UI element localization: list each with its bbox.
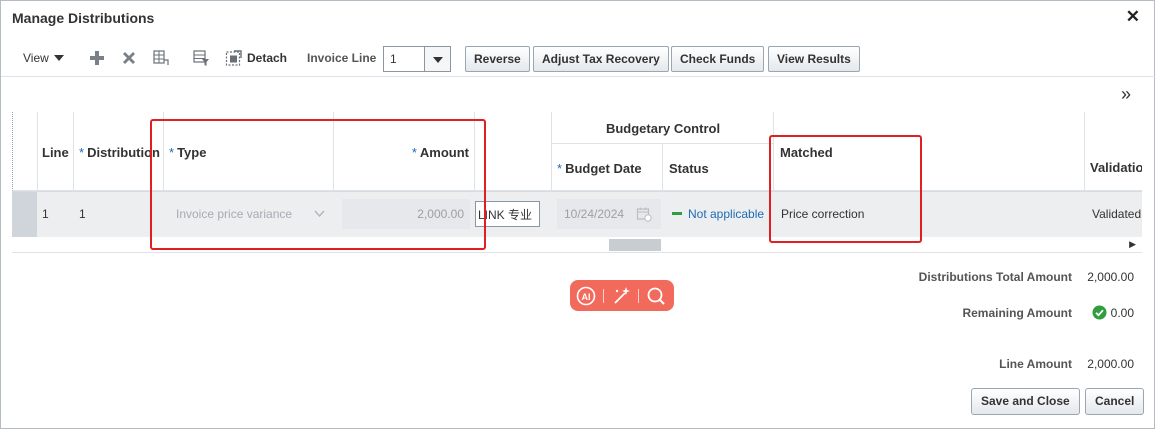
remaining-amount-value: 0.00	[1110, 306, 1134, 320]
invoice-line-label: Invoice Line	[307, 51, 377, 65]
column-header-type-label: Type	[177, 145, 207, 160]
required-marker: *	[411, 145, 417, 160]
distributions-total-label: Distributions Total Amount	[918, 270, 1072, 284]
manage-distributions-dialog: Manage Distributions ✕ View Detach Invoi…	[0, 0, 1155, 429]
reverse-button[interactable]: Reverse	[465, 46, 530, 72]
toolbar: View Detach Invoice Line 1 Reverse Adjus…	[1, 41, 1155, 77]
ai-assistant-icon[interactable]: AI	[575, 285, 597, 307]
cell-distribution: 1	[79, 207, 86, 221]
column-header-validation-label: Validatio	[1090, 160, 1142, 175]
distributions-total-value: 2,000.00	[1087, 270, 1134, 284]
ai-floating-toolbar: AI	[570, 280, 674, 311]
save-and-close-button[interactable]: Save and Close	[971, 388, 1080, 415]
chevron-down-icon	[53, 55, 64, 61]
table-row[interactable]: 1 1 Invoice price variance 2,000.00 10/2…	[12, 191, 1142, 237]
column-header-validation[interactable]: Validatio	[1085, 112, 1142, 191]
toolbar-separator	[603, 289, 604, 303]
close-icon[interactable]: ✕	[1126, 8, 1140, 25]
link-input-field[interactable]	[476, 202, 539, 226]
budgetary-control-label: Budgetary Control	[605, 121, 721, 136]
delete-icon[interactable]	[120, 49, 138, 67]
column-header-status-label: Status	[669, 161, 709, 176]
column-header-distribution[interactable]: * Distribution	[74, 112, 164, 191]
distributions-table: Line * Distribution * Type * Amount Budgeta…	[12, 112, 1142, 237]
expand-columns-icon[interactable]: »	[1121, 85, 1131, 103]
link-input[interactable]	[475, 201, 540, 227]
status-value: Not applicable	[688, 207, 765, 221]
cell-validation: Validated	[1092, 207, 1142, 221]
view-menu-label: View	[23, 51, 49, 65]
view-results-button[interactable]: View Results	[768, 46, 860, 72]
amount-value: 2,000.00	[417, 207, 464, 221]
budget-date-field[interactable]: 10/24/2024	[557, 199, 661, 229]
column-header-blank	[475, 112, 552, 191]
type-select-value: Invoice price variance	[176, 207, 293, 221]
cancel-button[interactable]: Cancel	[1085, 388, 1145, 415]
status-cell: Not applicable	[672, 207, 764, 221]
horizontal-scrollbar[interactable]: ▶	[12, 237, 1142, 253]
column-header-line[interactable]: Line	[38, 112, 74, 191]
column-header-status[interactable]: Status	[663, 144, 774, 191]
column-header-amount-label: Amount	[419, 145, 469, 160]
invoice-line-select[interactable]: 1	[383, 46, 451, 72]
calendar-icon[interactable]	[636, 206, 652, 222]
scrollbar-thumb[interactable]	[609, 239, 661, 251]
row-selector[interactable]	[12, 192, 37, 237]
required-marker: *	[79, 145, 85, 160]
line-amount-label: Line Amount	[999, 357, 1072, 371]
column-header-budget-date[interactable]: * Budget Date	[552, 144, 663, 191]
detach-button[interactable]: Detach	[247, 51, 287, 65]
column-header-matched[interactable]: Matched	[774, 112, 1085, 191]
type-select[interactable]: Invoice price variance	[168, 199, 332, 229]
column-header-matched-label: Matched	[780, 145, 833, 160]
column-header-type[interactable]: * Type	[164, 112, 334, 191]
remaining-amount-label: Remaining Amount	[962, 306, 1072, 320]
row-selector-header	[12, 112, 38, 191]
column-header-line-label: Line	[42, 145, 69, 160]
amount-field[interactable]: 2,000.00	[342, 199, 470, 229]
invoice-line-value: 1	[390, 52, 397, 66]
column-group-budgetary-control: Budgetary Control	[552, 112, 774, 144]
status-dash-icon	[672, 212, 682, 215]
query-by-example-icon[interactable]	[192, 49, 210, 67]
chevron-down-icon	[314, 210, 325, 218]
add-icon[interactable]	[88, 49, 106, 67]
cell-line: 1	[42, 207, 49, 221]
scroll-right-icon[interactable]: ▶	[1129, 239, 1136, 250]
required-marker: *	[169, 145, 175, 160]
column-header-budget-date-label: Budget Date	[565, 161, 642, 176]
adjust-tax-recovery-button[interactable]: Adjust Tax Recovery	[533, 46, 669, 72]
column-header-amount[interactable]: * Amount	[334, 112, 475, 191]
dialog-title: Manage Distributions	[12, 10, 155, 26]
detach-icon[interactable]	[225, 49, 243, 67]
line-amount-value: 2,000.00	[1087, 357, 1134, 371]
invoice-line-dropdown-button[interactable]	[424, 47, 450, 71]
magic-wand-icon[interactable]	[610, 285, 632, 307]
column-header-distribution-label: Distribution	[87, 145, 160, 160]
check-circle-icon	[1092, 305, 1107, 320]
cell-matched: Price correction	[781, 207, 865, 221]
chevron-down-icon	[433, 57, 443, 63]
split-icon[interactable]	[152, 49, 170, 67]
required-marker: *	[557, 161, 563, 176]
toolbar-separator	[638, 289, 639, 303]
svg-text:AI: AI	[582, 292, 591, 302]
budget-date-value: 10/24/2024	[564, 207, 625, 221]
search-icon[interactable]	[645, 285, 667, 307]
view-menu[interactable]: View	[23, 51, 64, 65]
check-funds-button[interactable]: Check Funds	[671, 46, 765, 72]
